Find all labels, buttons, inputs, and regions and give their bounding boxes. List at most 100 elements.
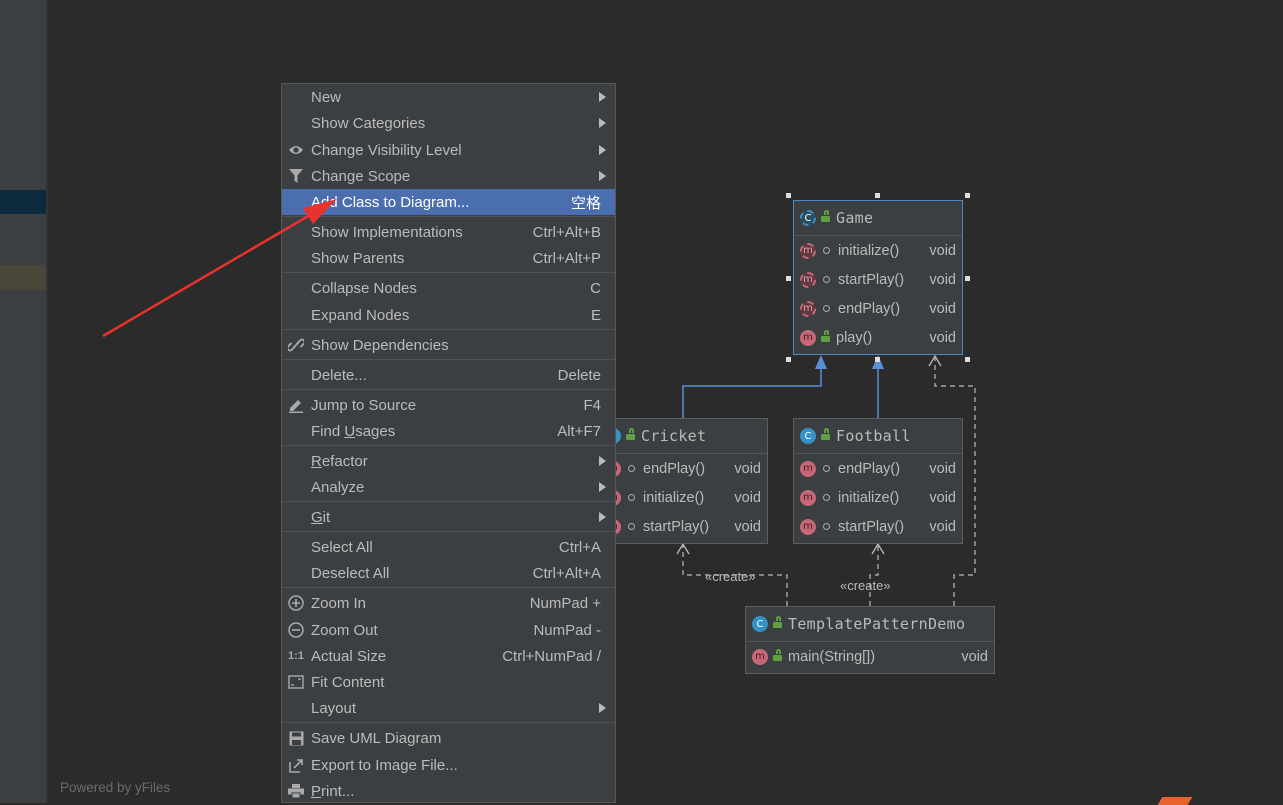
menu-item-show-categories[interactable]: Show Categories — [282, 110, 615, 136]
method-name: initialize() — [643, 489, 705, 506]
class-header[interactable]: C Football — [794, 419, 962, 454]
method-row[interactable]: m startPlay() void — [794, 512, 962, 541]
method-row[interactable]: m endPlay() void — [599, 454, 767, 483]
menu-item-select-all[interactable]: Select All Ctrl+A — [282, 534, 615, 560]
method-name: main(String[]) — [788, 648, 876, 665]
menu-item-change-scope[interactable]: Change Scope — [282, 163, 615, 189]
public-visibility-icon — [773, 616, 782, 628]
menu-item-layout[interactable]: Layout — [282, 695, 615, 721]
return-type: void — [929, 518, 956, 535]
class-name: TemplatePatternDemo — [788, 615, 966, 633]
method-row[interactable]: m initialize() void — [794, 483, 962, 512]
method-name: endPlay() — [838, 460, 901, 477]
menu-item-show-dependencies[interactable]: Show Dependencies — [282, 332, 615, 358]
method-row[interactable]: m main(String[]) void — [746, 642, 994, 671]
menu-separator — [282, 722, 615, 723]
menu-item-export-image[interactable]: Export to Image File... — [282, 752, 615, 778]
menu-item-find-usages[interactable]: Find Usages Alt+F7 — [282, 418, 615, 444]
method-row[interactable]: m endPlay() void — [794, 454, 962, 483]
menu-item-label: Zoom Out — [311, 621, 378, 639]
public-visibility-icon — [821, 428, 830, 440]
return-type: void — [929, 460, 956, 477]
mnemonic: U — [344, 422, 356, 440]
method-name: initialize() — [838, 242, 900, 259]
menu-item-label: Refactor — [311, 453, 368, 470]
menu-item-label: Delete... — [311, 366, 367, 384]
package-visibility-icon — [823, 247, 830, 254]
menu-item-delete[interactable]: Delete... Delete — [282, 362, 615, 388]
public-visibility-icon — [821, 329, 830, 342]
abstract-method-icon: m — [800, 300, 816, 317]
menu-item-new[interactable]: New — [282, 84, 615, 110]
menu-item-change-visibility[interactable]: Change Visibility Level — [282, 137, 615, 163]
resize-handle[interactable] — [965, 357, 970, 362]
menu-item-label: Analyze — [311, 478, 365, 496]
menu-item-label: Show Categories — [311, 114, 426, 132]
resize-handle[interactable] — [786, 193, 791, 198]
method-row[interactable]: m startPlay() void — [599, 512, 767, 541]
resize-handle[interactable] — [875, 193, 880, 198]
package-visibility-icon — [823, 276, 830, 283]
resize-handle[interactable] — [786, 276, 791, 281]
menu-item-shortcut: Ctrl+NumPad / — [502, 647, 601, 665]
uml-class-cricket[interactable]: C Cricket m endPlay() void m initialize(… — [598, 418, 768, 544]
return-type: void — [734, 518, 761, 535]
printer-icon — [288, 783, 304, 799]
menu-item-refactor[interactable]: Refactor — [282, 448, 615, 474]
return-type: void — [929, 300, 956, 317]
menu-item-shortcut: C — [590, 279, 601, 297]
menu-item-show-implementations[interactable]: Show Implementations Ctrl+Alt+B — [282, 219, 615, 245]
menu-separator — [282, 531, 615, 532]
panel-highlighted-row[interactable] — [0, 265, 46, 290]
class-header[interactable]: C TemplatePatternDemo — [746, 607, 994, 642]
powered-by-label: Powered by yFiles — [60, 780, 171, 795]
resize-handle[interactable] — [875, 357, 880, 362]
menu-item-shortcut: F4 — [583, 396, 601, 414]
package-visibility-icon — [823, 523, 830, 530]
label-part: sages — [355, 422, 396, 440]
method-row[interactable]: m endPlay() void — [794, 294, 962, 323]
class-icon: C — [800, 428, 816, 444]
menu-item-label: Find Usages — [311, 423, 395, 440]
class-header[interactable]: C Cricket — [599, 419, 767, 454]
panel-selected-row[interactable] — [0, 190, 46, 214]
resize-handle[interactable] — [965, 193, 970, 198]
menu-item-label: Show Implementations — [311, 223, 463, 241]
fit-content-icon — [288, 674, 304, 690]
menu-item-label: Collapse Nodes — [311, 279, 417, 297]
resize-handle[interactable] — [786, 357, 791, 362]
menu-item-save-uml[interactable]: Save UML Diagram — [282, 725, 615, 751]
menu-item-fit-content[interactable]: Fit Content — [282, 669, 615, 695]
menu-item-show-parents[interactable]: Show Parents Ctrl+Alt+P — [282, 245, 615, 271]
menu-item-collapse-nodes[interactable]: Collapse Nodes C — [282, 275, 615, 301]
resize-handle[interactable] — [965, 276, 970, 281]
uml-class-game[interactable]: C Game m initialize() void m startPlay()… — [793, 200, 963, 355]
menu-item-zoom-in[interactable]: Zoom In NumPad + — [282, 590, 615, 616]
menu-item-expand-nodes[interactable]: Expand Nodes E — [282, 302, 615, 328]
menu-item-git[interactable]: Git — [282, 504, 615, 530]
left-tool-panel — [0, 0, 46, 803]
notification-corner[interactable] — [1157, 797, 1193, 805]
uml-class-templatepatterndemo[interactable]: C TemplatePatternDemo m main(String[]) v… — [745, 606, 995, 674]
class-header[interactable]: C Game — [794, 201, 962, 236]
menu-item-print[interactable]: Print... — [282, 778, 615, 804]
method-row[interactable]: m startPlay() void — [794, 265, 962, 294]
method-name: play() — [836, 329, 873, 346]
method-row[interactable]: m initialize() void — [794, 236, 962, 265]
menu-item-jump-to-source[interactable]: Jump to Source F4 — [282, 392, 615, 418]
uml-class-football[interactable]: C Football m endPlay() void m initialize… — [793, 418, 963, 544]
menu-separator — [282, 445, 615, 446]
menu-item-add-class[interactable]: Add Class to Diagram... 空格 — [282, 189, 615, 215]
method-row[interactable]: m initialize() void — [599, 483, 767, 512]
package-visibility-icon — [823, 465, 830, 472]
menu-item-actual-size[interactable]: 1:1 Actual Size Ctrl+NumPad / — [282, 643, 615, 669]
menu-item-analyze[interactable]: Analyze — [282, 474, 615, 500]
class-name: Football — [836, 427, 911, 445]
menu-item-shortcut: Ctrl+Alt+A — [532, 564, 601, 582]
menu-item-shortcut: NumPad + — [529, 594, 601, 612]
menu-item-zoom-out[interactable]: Zoom Out NumPad - — [282, 617, 615, 643]
return-type: void — [961, 648, 988, 665]
method-row[interactable]: m play() void — [794, 323, 962, 352]
menu-item-deselect-all[interactable]: Deselect All Ctrl+Alt+A — [282, 560, 615, 586]
diagram-canvas[interactable] — [48, 0, 1283, 803]
